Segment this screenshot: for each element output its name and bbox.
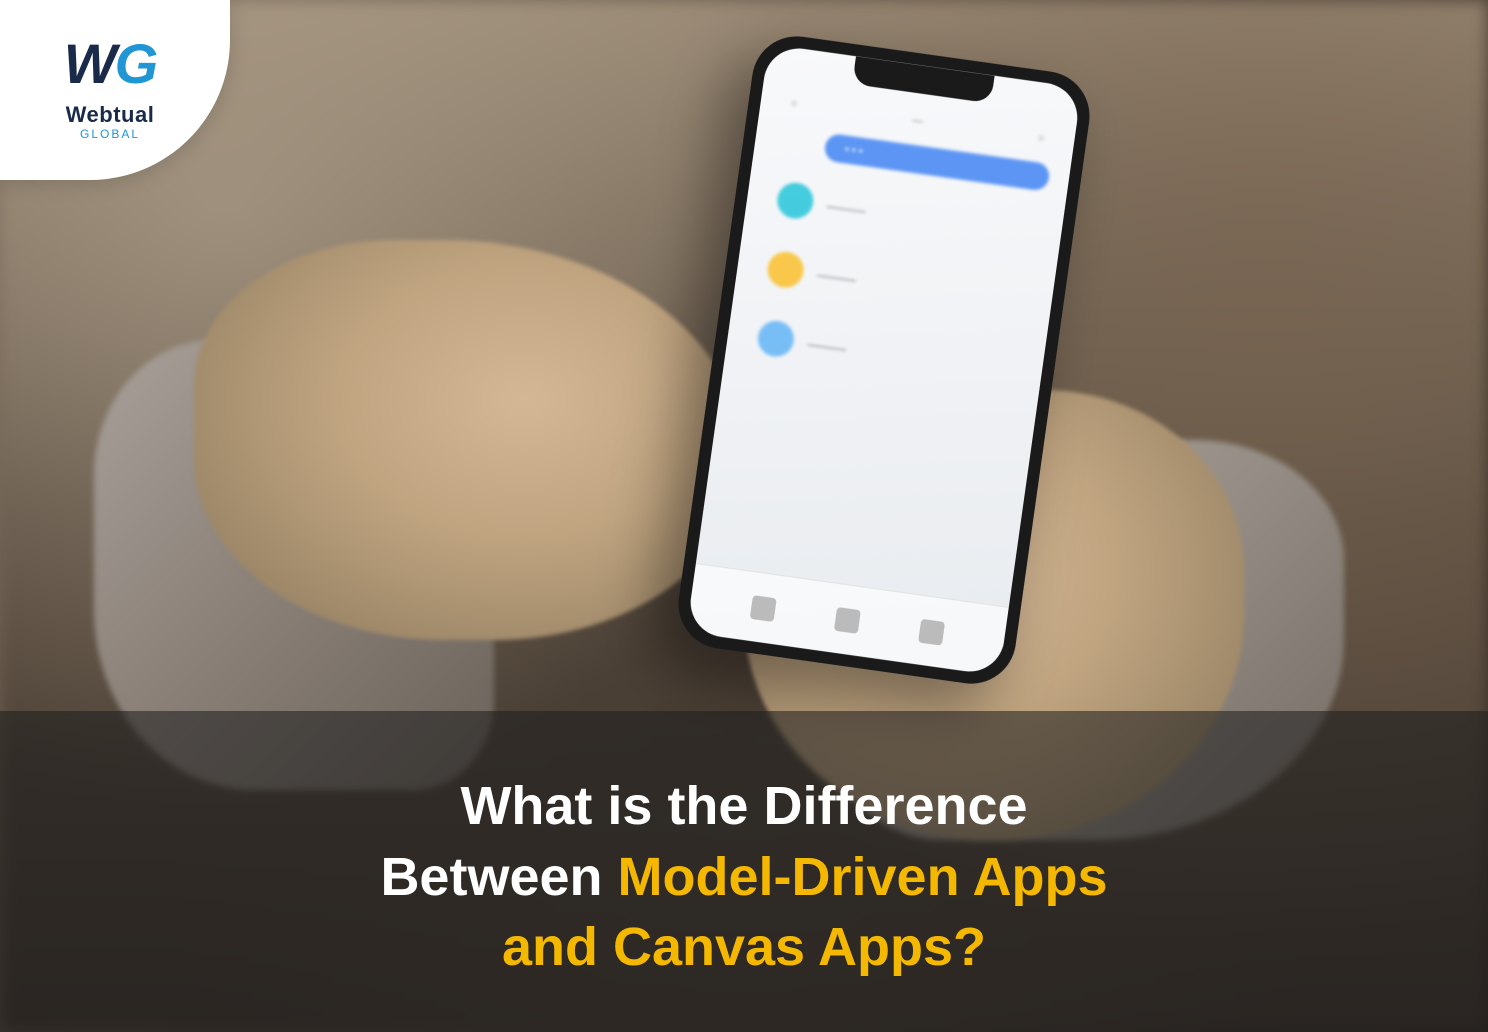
phone-item-label: ——— [816,267,857,287]
phone-tab-bar [686,563,1009,676]
logo-text: Webtual GLOBAL [66,104,155,140]
logo-mark: W G [64,31,156,96]
logo-letter-g: G [115,31,157,96]
tab-icon [918,618,945,645]
left-hand [194,240,744,640]
title-overlay: What is the Difference Between Model-Dri… [0,711,1488,1032]
logo-letter-w: W [64,31,113,96]
title-line-2-prefix: Between [380,847,617,907]
phone-status-bar: ○ — ○ [780,96,1055,146]
title-line-1: What is the Difference [460,776,1027,836]
hands-holding-phone-illustration: ○ — ○ • • • ——— ——— ——— [294,40,1194,740]
phone-screen: ○ — ○ • • • ——— ——— ——— [686,44,1082,676]
phone-app-content: ○ — ○ • • • ——— ——— ——— [745,96,1055,399]
blue-circle-icon [756,319,797,360]
logo-company-name: Webtual [66,104,155,126]
tab-icon [749,595,776,622]
hero-banner: ○ — ○ • • • ——— ——— ——— [0,0,1488,1032]
teal-circle-icon [775,180,816,221]
title-highlight-2: and Canvas Apps? [502,917,986,977]
tab-icon [834,606,861,633]
phone-item-label: ——— [807,336,848,356]
logo-subtitle: GLOBAL [80,128,140,140]
banner-title: What is the Difference Between Model-Dri… [40,771,1448,982]
yellow-circle-icon [765,249,806,290]
title-highlight-1: Model-Driven Apps [618,847,1108,907]
phone-item-label: ——— [826,198,867,218]
phone-notch [852,56,995,103]
